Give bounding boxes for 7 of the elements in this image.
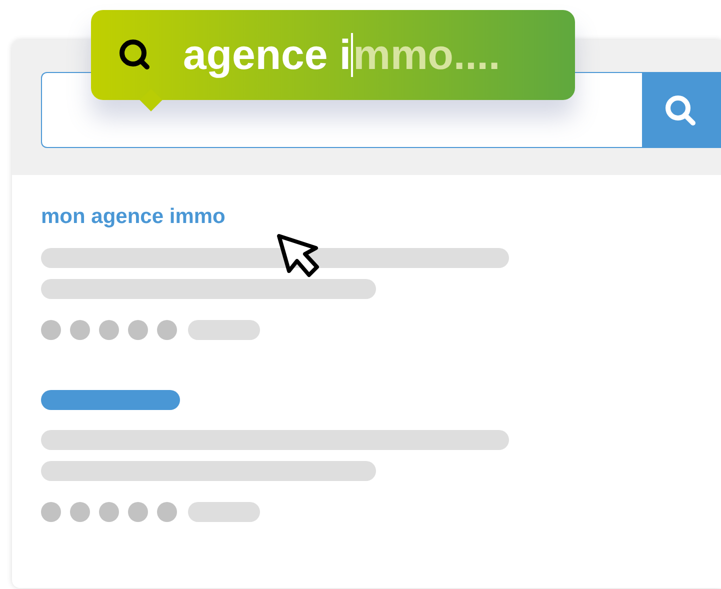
search-button[interactable] bbox=[642, 72, 721, 148]
suggestion-text: mmo.... bbox=[353, 31, 500, 79]
result-title-link[interactable]: mon agence immo bbox=[41, 205, 226, 229]
typed-text: agence i bbox=[183, 31, 352, 79]
text-placeholder-pill bbox=[188, 502, 260, 522]
text-placeholder-pill bbox=[188, 320, 260, 340]
text-cursor bbox=[351, 33, 354, 77]
